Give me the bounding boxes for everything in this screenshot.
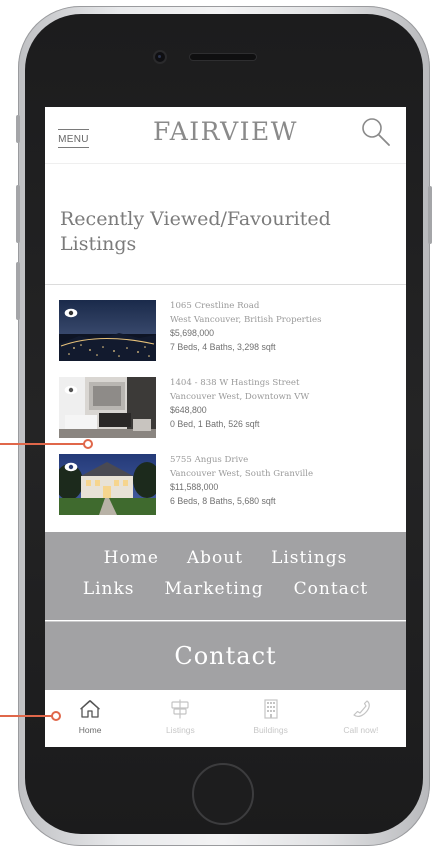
signpost-icon: [169, 698, 191, 725]
listing-area: Vancouver West, South Granville: [170, 468, 314, 479]
listing-photo-mansion[interactable]: [59, 454, 156, 515]
listing-address[interactable]: 5755 Angus Drive: [170, 454, 400, 468]
tab-listings-label: Listings: [165, 725, 195, 735]
eye-icon[interactable]: [64, 385, 78, 395]
listing-item[interactable]: 1065 Crestline Road West Vancouver, Brit…: [59, 300, 399, 377]
callout-dot-tabbar: [51, 711, 61, 721]
app-header: MENU FAIRVIEW: [45, 107, 406, 164]
listing-area: West Vancouver, British Properties: [170, 314, 322, 325]
listing-photo-interior[interactable]: [59, 377, 156, 438]
listing-item[interactable]: 5755 Angus Drive Vancouver West, South G…: [59, 454, 399, 531]
footer-link-contact[interactable]: Contact: [294, 579, 369, 599]
listing-item[interactable]: 1404 - 838 W Hastings Street Vancouver W…: [59, 377, 399, 454]
tab-call-now-label: Call now!: [343, 725, 379, 735]
footer-link-home[interactable]: Home: [104, 548, 159, 568]
volume-up-button: [16, 185, 20, 243]
phone-icon: [350, 698, 372, 725]
listing-info: 1404 - 838 W Hastings Street Vancouver W…: [170, 377, 400, 431]
footer-nav-row: Links Marketing Contact: [45, 579, 406, 599]
listing-address[interactable]: 1065 Crestline Road: [170, 300, 400, 314]
contact-section[interactable]: Contact: [45, 621, 406, 691]
power-button: [428, 186, 432, 244]
listing-address[interactable]: 1404 - 838 W Hastings Street: [170, 377, 400, 391]
callout-line-listing: [0, 443, 84, 445]
footer-link-listings[interactable]: Listings: [271, 548, 347, 568]
mute-switch: [16, 115, 20, 143]
callout-line-tabbar: [0, 715, 52, 717]
listing-area: Vancouver West, Downtown VW: [170, 391, 310, 402]
listing-specs: 7 Beds, 4 Baths, 3,298 sqft: [170, 341, 276, 352]
listings-list: 1065 Crestline Road West Vancouver, Brit…: [59, 300, 399, 531]
listing-price: $11,588,000: [170, 482, 219, 492]
listing-info: 5755 Angus Drive Vancouver West, South G…: [170, 454, 400, 508]
tab-call-now[interactable]: Call now!: [316, 690, 406, 747]
listing-photo-night-city[interactable]: [59, 300, 156, 361]
section-divider: [45, 284, 406, 285]
menu-line-bottom: [58, 147, 89, 148]
tab-buildings[interactable]: Buildings: [226, 690, 316, 747]
volume-down-button: [16, 262, 20, 320]
footer-link-links[interactable]: Links: [83, 579, 135, 599]
footer-nav: Home About Listings Links Marketing Cont…: [45, 532, 406, 620]
section-title: Recently Viewed/Favourited Listings: [60, 208, 331, 255]
brand-logo[interactable]: FAIRVIEW: [45, 117, 406, 146]
listing-price: $648,800: [170, 405, 207, 415]
house-icon: [79, 698, 101, 725]
tab-listings[interactable]: Listings: [135, 690, 225, 747]
building-icon: [260, 698, 282, 725]
earpiece-speaker: [190, 54, 256, 60]
listing-specs: 6 Beds, 8 Baths, 5,680 sqft: [170, 495, 276, 506]
listing-info: 1065 Crestline Road West Vancouver, Brit…: [170, 300, 400, 354]
listing-price: $5,698,000: [170, 328, 215, 338]
home-hardware-button[interactable]: [192, 763, 254, 825]
search-icon[interactable]: [360, 116, 392, 148]
bottom-tab-bar: Home Listings Buildings Call now!: [45, 690, 406, 747]
app-screen: MENU FAIRVIEW Recently Viewed/Favourited…: [45, 107, 406, 747]
contact-heading: Contact: [174, 642, 277, 670]
front-camera: [155, 52, 165, 62]
eye-icon[interactable]: [64, 462, 78, 472]
callout-dot-listing: [83, 439, 93, 449]
footer-nav-row: Home About Listings: [45, 548, 406, 568]
footer-link-about[interactable]: About: [187, 548, 243, 568]
eye-icon[interactable]: [64, 308, 78, 318]
tab-buildings-label: Buildings: [253, 725, 288, 735]
listing-specs: 0 Bed, 1 Bath, 526 sqft: [170, 418, 260, 429]
footer-link-marketing[interactable]: Marketing: [165, 579, 264, 599]
tab-home-label: Home: [78, 725, 102, 735]
